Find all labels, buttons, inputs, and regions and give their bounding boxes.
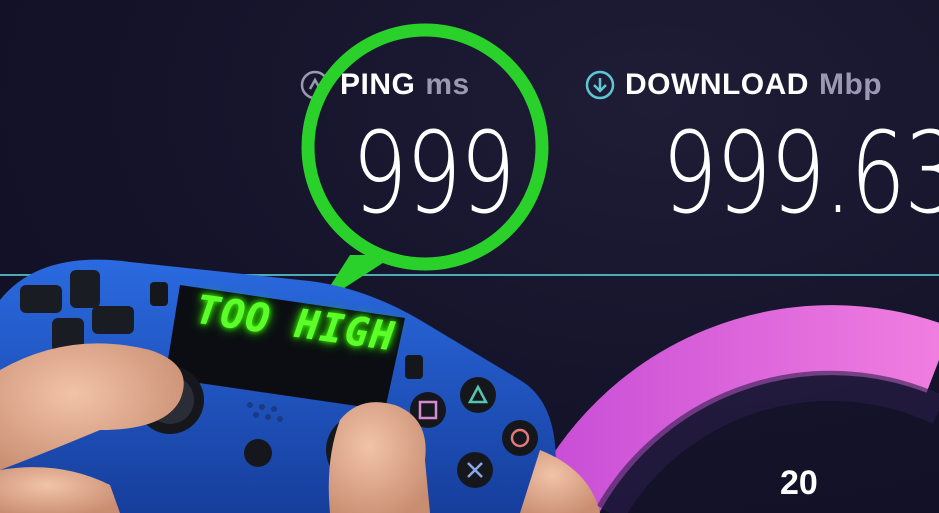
game-controller [0,259,600,513]
gauge-tick-label: 20 [780,464,818,502]
speed-test-screen: PING ms 999 DOWNLOAD Mbp 999.63 TOO HIGH… [0,0,939,513]
